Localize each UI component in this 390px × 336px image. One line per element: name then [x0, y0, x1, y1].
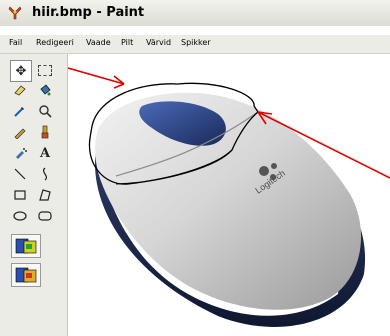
tool-curve[interactable]	[35, 164, 55, 184]
ellipse-icon	[13, 211, 27, 221]
drawing-canvas[interactable]: Logitech	[68, 54, 390, 336]
menu-edit[interactable]: Redigeeri	[36, 38, 74, 47]
color-picker-icon	[14, 107, 24, 117]
polygon-icon	[39, 189, 51, 201]
tool-brush[interactable]	[35, 122, 55, 142]
text-icon: A	[39, 145, 51, 161]
tool-pencil[interactable]	[10, 122, 30, 142]
menu-view[interactable]: Vaade	[86, 38, 111, 47]
tool-magnifier[interactable]	[35, 101, 55, 121]
airbrush-icon	[16, 148, 27, 159]
tool-select[interactable]	[35, 60, 55, 80]
tool-rectangle[interactable]	[10, 185, 30, 205]
rounded-rectangle-icon	[38, 211, 52, 221]
menu-file[interactable]: Fail	[9, 38, 22, 47]
tool-options-transparent[interactable]	[11, 234, 41, 258]
tool-text[interactable]: A	[35, 143, 55, 163]
tool-airbrush[interactable]	[10, 143, 30, 163]
transparent-selection-icon	[15, 267, 37, 283]
tool-polygon[interactable]	[35, 185, 55, 205]
toolbox: ✥ A	[0, 54, 62, 336]
tool-rounded-rectangle[interactable]	[35, 206, 55, 226]
rectangle-icon	[14, 190, 26, 200]
magnifier-icon	[39, 105, 52, 118]
opaque-selection-icon	[15, 238, 37, 254]
pencil-icon	[14, 128, 26, 139]
fill-icon	[40, 84, 51, 96]
tool-free-form-select[interactable]: ✥	[10, 60, 32, 82]
tool-ellipse[interactable]	[10, 206, 30, 226]
mouse-image: Logitech	[68, 67, 390, 327]
tool-eraser[interactable]	[10, 80, 30, 100]
menu-help[interactable]: Spikker	[181, 38, 211, 47]
eraser-icon	[14, 85, 26, 96]
curve-icon	[42, 167, 48, 181]
menu-bar: Fail Redigeeri Vaade Pilt Värvid Spikker	[0, 35, 390, 54]
brush-icon	[41, 125, 49, 139]
title-bar: hiir.bmp - Paint	[0, 0, 390, 26]
tool-fill[interactable]	[35, 80, 55, 100]
window-title: hiir.bmp - Paint	[32, 5, 145, 20]
tool-line[interactable]	[10, 164, 30, 184]
menu-colors[interactable]: Värvid	[146, 38, 171, 47]
select-icon	[38, 64, 52, 76]
tool-color-picker[interactable]	[10, 101, 30, 121]
tool-options-opaque[interactable]	[11, 263, 41, 287]
free-form-select-icon: ✥	[15, 63, 27, 79]
menu-image[interactable]: Pilt	[121, 38, 133, 47]
line-icon	[14, 168, 26, 180]
paint-app-icon[interactable]	[8, 6, 22, 20]
